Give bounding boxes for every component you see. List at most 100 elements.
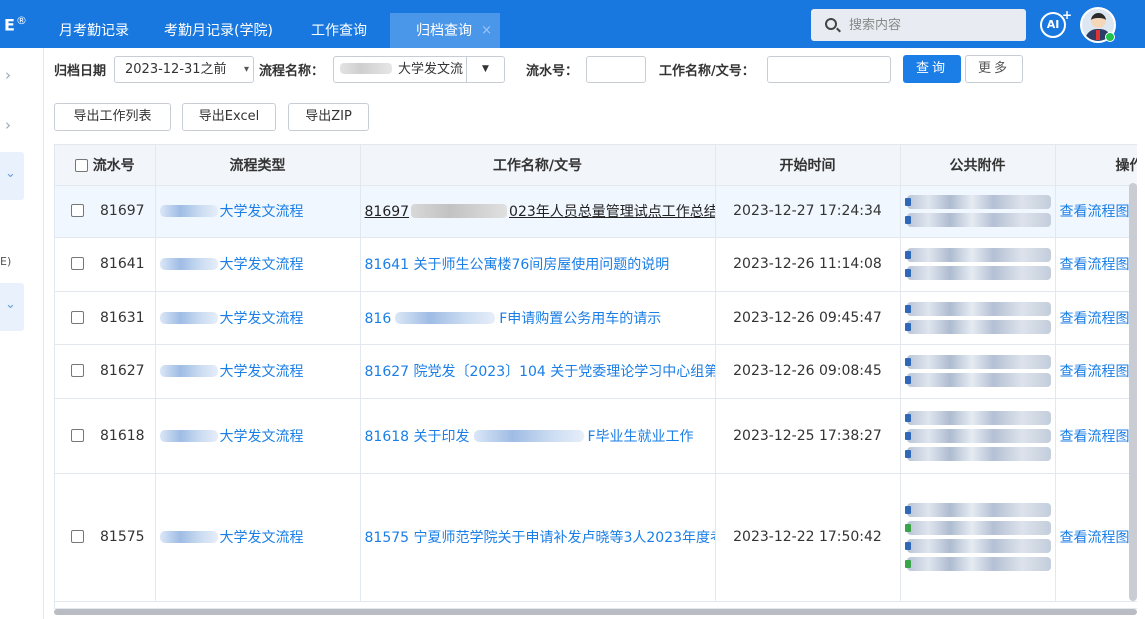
process-name-value: 大学发文流 (398, 62, 464, 77)
serial-cell: 81618 (55, 398, 156, 474)
attachment-item[interactable] (904, 266, 1051, 280)
horizontal-scrollbar[interactable] (54, 609, 1137, 615)
view-flowchart-link[interactable]: 查看流程图 (1060, 364, 1130, 380)
process-name-select[interactable]: 大学发文流 ▼ (333, 56, 505, 83)
attachments-cell (900, 473, 1056, 602)
view-flowchart-link[interactable]: 查看流程图 (1060, 204, 1130, 220)
tab-work-query[interactable]: 工作查询 (311, 13, 367, 48)
column-header-attachments: 公共附件 (900, 145, 1056, 186)
chevron-right-icon[interactable]: › (5, 116, 11, 134)
table-row[interactable]: 81641 大学发文流程 81641 关于师生公寓楼76间房屋使用问题的说明 2023… (55, 237, 1137, 292)
process-type-link[interactable]: 大学发文流程 (220, 530, 304, 546)
archive-table: 流水号 流程类型 工作名称/文号 开始时间 公共附件 操作 81697 大学发文流… (54, 144, 1137, 609)
row-checkbox[interactable] (71, 364, 84, 377)
table-row[interactable]: 81618 大学发文流程 81618 关于印发 F毕业生就业工作 2023-12-25 … (55, 398, 1137, 474)
work-title-cell: 81641 关于师生公寓楼76间房屋使用问题的说明 (360, 237, 716, 292)
redacted-region (159, 365, 218, 377)
export-excel-button[interactable]: 导出Excel (182, 103, 276, 131)
attachment-item[interactable] (904, 557, 1051, 571)
view-flowchart-link[interactable]: 查看流程图 (1060, 311, 1130, 327)
query-button[interactable]: 查询 (903, 55, 961, 83)
view-flowchart-link[interactable]: 查看流程图 (1060, 429, 1130, 445)
sidebar-group-expanded[interactable]: ⌄ (0, 152, 24, 200)
view-flowchart-link[interactable]: 查看流程图 (1060, 257, 1130, 273)
attachment-item[interactable] (904, 248, 1051, 262)
online-status-icon (1105, 32, 1115, 42)
tab-monthly-attendance-college[interactable]: 考勤月记录(学院) (164, 13, 273, 48)
attachment-item[interactable] (904, 521, 1051, 535)
attachment-item[interactable] (904, 373, 1051, 387)
attachment-item[interactable] (904, 213, 1051, 227)
row-checkbox[interactable] (71, 204, 84, 217)
tab-archive-query[interactable]: 归档查询 × (390, 13, 500, 48)
start-time-cell: 2023-12-26 09:45:47 (715, 291, 901, 345)
process-type-cell: 大学发文流程 (155, 344, 361, 399)
actions-cell: 查看流程图 (1055, 344, 1137, 399)
caret-down-icon[interactable]: ▼ (466, 57, 504, 82)
serial-input[interactable] (586, 56, 646, 83)
attachment-item[interactable] (904, 319, 1051, 334)
top-bar: E® 月考勤记录 考勤月记录(学院) 工作查询 归档查询 × AI (0, 0, 1145, 48)
sidebar-group-expanded[interactable]: ⌄ (0, 283, 24, 331)
redacted-region (395, 311, 496, 324)
row-checkbox[interactable] (71, 310, 84, 324)
process-type-link[interactable]: 大学发文流程 (220, 204, 304, 220)
actions-cell: 查看流程图 (1055, 237, 1137, 292)
work-title-link[interactable]: 81627 院党发〔2023〕104 关于党委理论学习中心组第 (365, 364, 715, 380)
attachment-item[interactable] (904, 446, 1051, 461)
search-input[interactable] (849, 13, 1019, 37)
table-row[interactable]: 81697 大学发文流程 81697 023年人员总量管理试点工作总结 2023-12-… (55, 185, 1137, 238)
start-time-cell: 2023-12-26 11:14:08 (715, 237, 901, 292)
attachment-item[interactable] (904, 428, 1051, 443)
work-title-cell: 816 F申请购置公务用车的请示 (360, 291, 716, 345)
attachment-item[interactable] (904, 355, 1051, 369)
row-checkbox[interactable] (71, 530, 84, 543)
table-row[interactable]: 81575 大学发文流程 81575 宁夏师范学院关于申请补发卢晓等3人2023年度… (55, 473, 1137, 602)
archive-date-select[interactable]: 2023-12-31之前 ▾ (114, 56, 254, 83)
global-search[interactable] (811, 9, 1026, 41)
attachment-item[interactable] (904, 410, 1051, 425)
chevron-down-icon: ▾ (243, 64, 249, 75)
serial-number: 81697 (100, 203, 145, 219)
export-zip-button[interactable]: 导出ZIP (288, 103, 369, 131)
work-name-input[interactable] (767, 56, 891, 83)
work-title-link[interactable]: 81575 宁夏师范学院关于申请补发卢晓等3人2023年度考 (365, 530, 715, 546)
attachments-cell (900, 398, 1056, 474)
attachment-item[interactable] (904, 503, 1051, 517)
attachment-item[interactable] (904, 301, 1051, 316)
work-title-link[interactable]: 81618 关于印发 F毕业生就业工作 (365, 429, 694, 445)
row-checkbox[interactable] (71, 428, 84, 442)
process-type-link[interactable]: 大学发文流程 (220, 257, 304, 273)
view-flowchart-link[interactable]: 查看流程图 (1060, 530, 1130, 546)
tab-close-icon[interactable]: × (481, 13, 492, 49)
work-name-label: 工作名称/文号： (659, 64, 755, 79)
ai-assistant-icon[interactable]: AI (1040, 5, 1072, 38)
vertical-scrollbar[interactable] (1129, 183, 1137, 601)
work-title-link[interactable]: 81697 023年人员总量管理试点工作总结 (365, 204, 714, 220)
attachment-item[interactable] (904, 195, 1051, 209)
table-row[interactable]: 81627 大学发文流程 81627 院党发〔2023〕104 关于党委理论学习中心… (55, 344, 1137, 399)
serial-label: 流水号： (526, 64, 579, 79)
work-title-link[interactable]: 81641 关于师生公寓楼76间房屋使用问题的说明 (365, 257, 670, 273)
tab-monthly-attendance[interactable]: 月考勤记录 (59, 13, 129, 48)
process-type-cell: 大学发文流程 (155, 291, 361, 345)
select-all-checkbox[interactable] (74, 158, 88, 172)
column-header-serial: 流水号 (55, 145, 156, 186)
archive-date-label: 归档日期 (54, 64, 107, 79)
table-row[interactable]: 81631 大学发文流程 816 F申请购置公务用车的请示 2023-12-26 09:… (55, 291, 1137, 345)
row-checkbox[interactable] (71, 257, 84, 270)
serial-number: 81631 (100, 309, 145, 326)
export-work-list-button[interactable]: 导出工作列表 (54, 103, 171, 131)
attachments-cell (900, 185, 1056, 238)
process-type-link[interactable]: 大学发文流程 (220, 311, 304, 327)
chevron-down-icon: ⌄ (5, 166, 16, 181)
process-type-link[interactable]: 大学发文流程 (220, 429, 304, 445)
work-title-link[interactable]: 816 F申请购置公务用车的请示 (365, 311, 662, 327)
attachment-item[interactable] (904, 539, 1051, 553)
redacted-region (159, 258, 218, 270)
process-type-link[interactable]: 大学发文流程 (220, 364, 304, 380)
chevron-down-icon: ⌄ (5, 297, 16, 312)
chevron-right-icon[interactable]: › (5, 66, 11, 84)
more-button[interactable]: 更多 (965, 55, 1023, 83)
sidebar-text-fragment: E) (0, 255, 12, 268)
